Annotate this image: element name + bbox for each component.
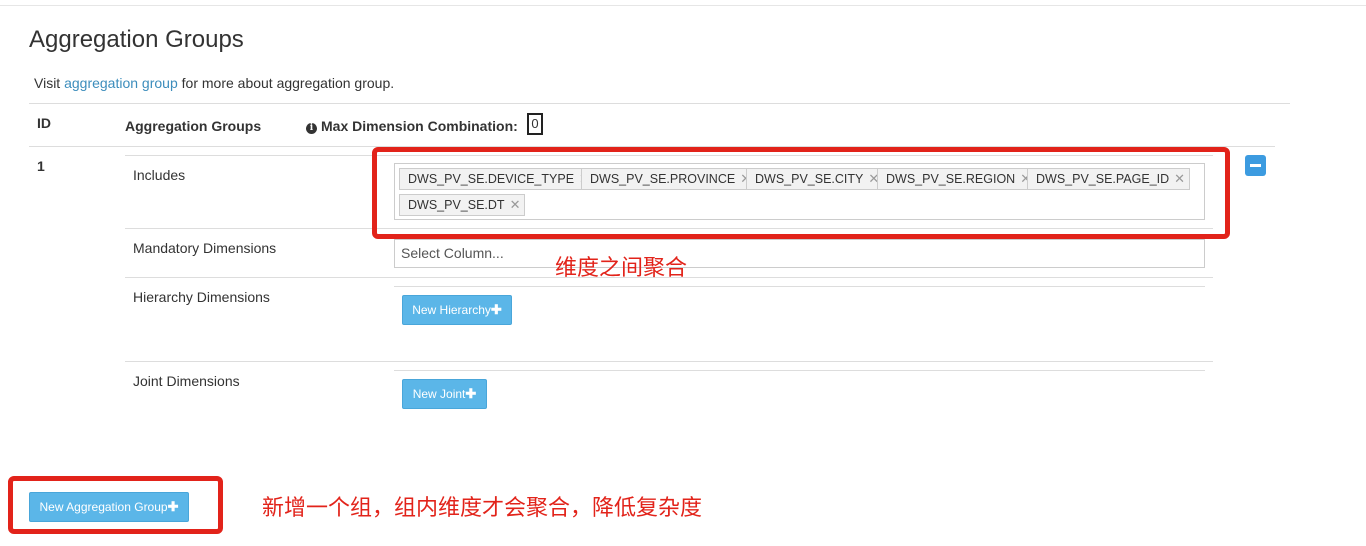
includes-label: Includes [133, 167, 186, 183]
max-dimension-input[interactable]: 0 [527, 113, 543, 135]
joint-label: Joint Dimensions [133, 373, 240, 389]
remove-group-button[interactable] [1245, 155, 1266, 176]
minus-icon [1250, 164, 1261, 167]
includes-highlight-box [372, 147, 1230, 239]
hierarchy-inner-divider [394, 286, 1205, 287]
intro-suffix: for more about aggregation group. [177, 75, 395, 91]
column-header-groups: Aggregation Groups [125, 118, 262, 134]
mandatory-label: Mandatory Dimensions [133, 240, 277, 256]
includes-annotation: 维度之间聚合 [555, 255, 688, 280]
new-hierarchy-button[interactable]: New Hierarchy✚ [402, 295, 512, 325]
info-icon: i [306, 123, 317, 134]
plus-icon: ✚ [490, 302, 502, 317]
new-hierarchy-label: New Hierarchy [412, 303, 491, 317]
column-header-id: ID [37, 115, 51, 131]
header-top-divider [29, 103, 1290, 104]
column-header-max: i Max Dimension Combination: [306, 118, 518, 134]
new-group-annotation: 新增一个组，组内维度才会聚合，降低复杂度 [262, 495, 703, 520]
joint-top-divider [125, 361, 1213, 362]
intro-text: Visit aggregation group for more about a… [34, 75, 394, 91]
top-divider [0, 5, 1366, 6]
joint-inner-divider [394, 370, 1205, 371]
intro-prefix: Visit [34, 75, 65, 91]
new-joint-button[interactable]: New Joint✚ [402, 379, 487, 409]
mandatory-select[interactable]: Select Column... [394, 239, 1205, 268]
aggregation-group-link[interactable]: aggregation group [64, 75, 178, 91]
group-id: 1 [37, 158, 45, 174]
hierarchy-label: Hierarchy Dimensions [133, 289, 270, 305]
max-dimension-label: Max Dimension Combination: [321, 118, 518, 134]
page-title: Aggregation Groups [29, 26, 244, 53]
plus-icon: ✚ [465, 386, 477, 401]
new-group-highlight-box [8, 476, 223, 534]
new-joint-label: New Joint [412, 387, 466, 401]
